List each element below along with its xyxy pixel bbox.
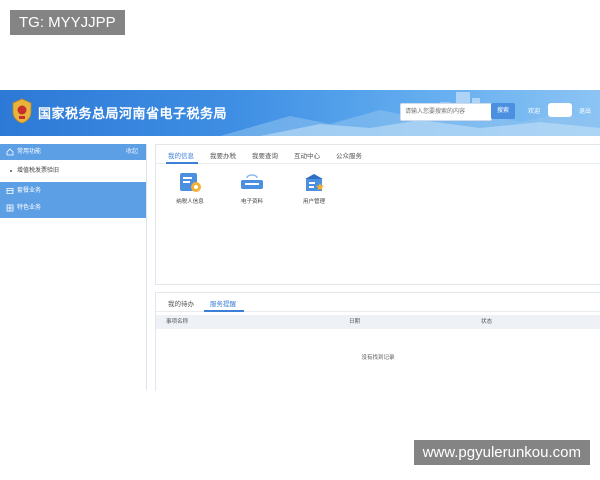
welcome-text: 欢迎 (528, 109, 541, 115)
bullet-icon (10, 170, 12, 172)
watermark-top: TG: MYYJJPP (10, 10, 125, 35)
tab-interaction-center[interactable]: 互动中心 (294, 150, 320, 160)
tab-my-info[interactable]: 我的信息 (168, 150, 194, 160)
sidebar-item-package-business[interactable]: 套餐业务 (0, 183, 146, 199)
search-button[interactable]: 搜索 (491, 103, 515, 119)
taxpayer-info-icon (180, 173, 201, 192)
grid-icon (6, 204, 14, 212)
column-header-date: 日期 (349, 319, 361, 325)
tile-user-management[interactable]: 用户管理 (290, 171, 338, 205)
tax-emblem-icon (12, 98, 32, 124)
column-header-status: 状态 (481, 319, 493, 325)
tab-tax-handling[interactable]: 我要办税 (210, 150, 236, 160)
tab-public-service[interactable]: 公众服务 (336, 150, 362, 160)
sidebar-menu-block: 套餐业务 特色业务 (0, 182, 146, 218)
tab-my-todo[interactable]: 我的待办 (168, 298, 194, 308)
tile-label: 电子资料 (240, 199, 263, 205)
active-tab-indicator (204, 310, 244, 312)
sidebar-common-label: 常用功能 (17, 149, 42, 155)
tile-taxpayer-info[interactable]: 纳税人信息 (166, 171, 214, 205)
sidebar-item-label: 套餐业务 (17, 188, 42, 194)
top-tab-bar: 我的信息 我要办税 我要查询 互动中心 公众服务 (156, 145, 600, 164)
home-icon (6, 148, 14, 156)
site-title: 国家税务总局河南省电子税务局 (38, 106, 228, 121)
sidebar-item-label: 特色业务 (17, 205, 42, 211)
tile-electronic-data[interactable]: 电子资料 (228, 171, 276, 205)
tax-portal-app: 国家税务总局河南省电子税务局 搜索 欢迎 退出 常用功能 收起 增值税发票验旧 … (0, 90, 600, 391)
search-input[interactable] (400, 103, 492, 121)
tab-query[interactable]: 我要查询 (252, 150, 278, 160)
table-header: 事项名称 日期 状态 (156, 315, 600, 329)
user-name-box[interactable] (548, 103, 572, 117)
sidebar-item-label: 增值税发票验旧 (17, 168, 60, 174)
bottom-tab-bar: 我的待办 服务提醒 (156, 293, 600, 312)
sidebar-item-special-business[interactable]: 特色业务 (0, 200, 146, 216)
tasks-panel: 我的待办 服务提醒 事项名称 日期 状态 没有找到记录 (155, 292, 600, 391)
column-header-item-name: 事项名称 (166, 319, 189, 325)
empty-table-message: 没有找到记录 (361, 355, 395, 361)
sidebar-collapse-link[interactable]: 收起 (126, 144, 138, 160)
watermark-bottom: www.pgyulerunkou.com (413, 440, 590, 465)
sidebar-item-invoice-check[interactable]: 增值税发票验旧 (0, 163, 146, 179)
my-info-panel: 我的信息 我要办税 我要查询 互动中心 公众服务 纳税人信息 电子资料 用户管理 (155, 144, 600, 285)
logout-link[interactable]: 退出 (579, 106, 591, 115)
tab-service-reminder[interactable]: 服务提醒 (210, 298, 236, 308)
user-management-icon (305, 174, 324, 191)
site-header: 国家税务总局河南省电子税务局 搜索 欢迎 退出 (0, 90, 600, 136)
tile-label: 用户管理 (302, 199, 325, 205)
active-tab-indicator (166, 162, 198, 164)
package-icon (6, 188, 14, 194)
sidebar-common-functions[interactable]: 常用功能 收起 (0, 144, 146, 160)
electronic-data-icon (241, 174, 263, 189)
tile-label: 纳税人信息 (176, 199, 204, 205)
sidebar: 常用功能 收起 增值税发票验旧 套餐业务 特色业务 (0, 144, 147, 390)
